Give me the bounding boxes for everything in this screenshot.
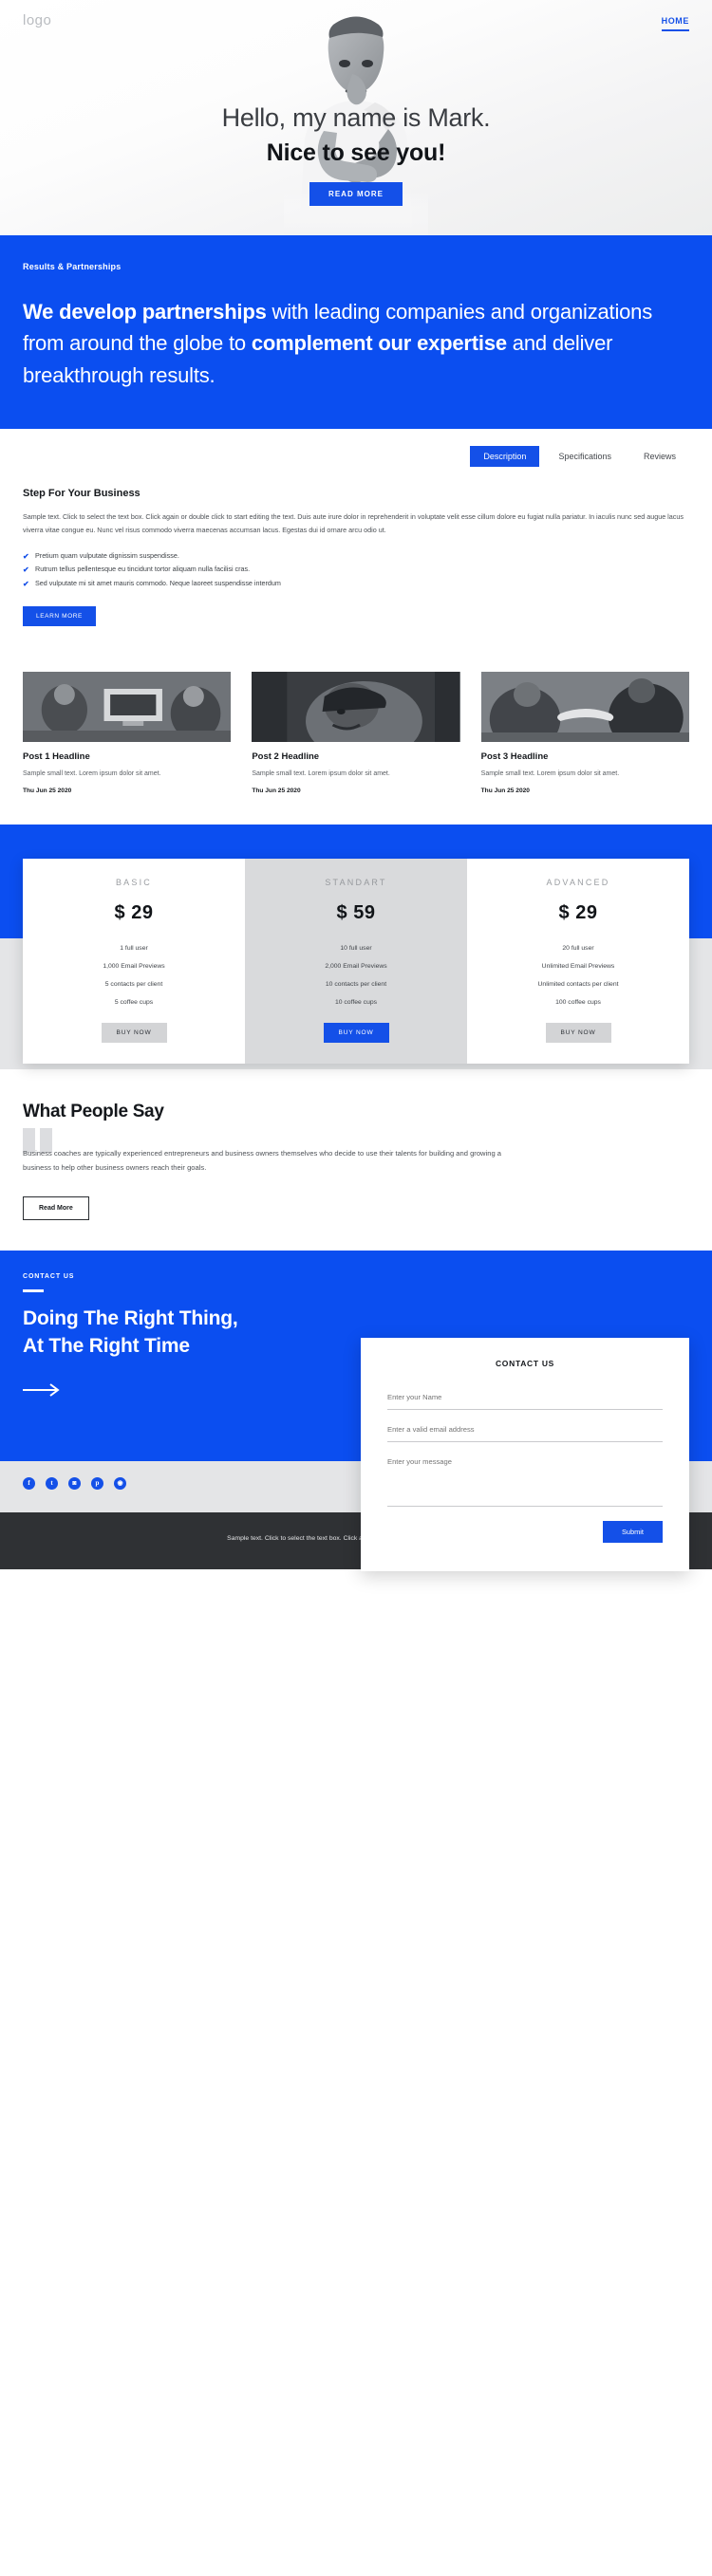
partnership-statement: We develop partnerships with leading com… [23,296,689,391]
submit-row: Submit [387,1521,663,1544]
plan-feature: 10 coffee cups [334,999,378,1007]
partnership-text-bold-2: complement our expertise [251,331,507,356]
hero-content: Hello, my name is Mark. Nice to see you!… [0,40,712,206]
plan-feature: 1,000 Email Previews [103,963,165,971]
message-field[interactable] [387,1452,663,1508]
pinterest-icon[interactable]: p [91,1476,103,1490]
feature-label: Pretium quam vulputate dignissim suspend… [35,550,179,560]
plan-feature: 100 coffee cups [555,999,601,1007]
plan-feature: 2,000 Email Previews [325,963,387,971]
testimonial-body: Business coaches are typically experienc… [23,1128,689,1176]
plan-price: $ 29 [558,902,598,924]
twitter-icon[interactable]: t [46,1476,58,1490]
email-field[interactable] [387,1419,663,1443]
contact-headline: Doing The Right Thing, At The Right Time [23,1307,238,1357]
post-thumbnail-image [252,672,460,743]
check-icon: ✔ [23,579,29,588]
hero-read-more-button[interactable]: READ MORE [309,181,403,206]
plan-name: STANDART [325,878,387,888]
tab-bar: Description Specifications Reviews [23,446,689,468]
tab-reviews[interactable]: Reviews [630,446,689,467]
post-title: Post 2 Headline [252,751,320,763]
description-title: Step For Your Business [23,488,141,500]
posts-section: Post 1 Headline Sample small text. Lorem… [0,651,712,825]
post-date: Thu Jun 25 2020 [23,788,72,795]
post-card[interactable]: Post 3 Headline Sample small text. Lorem… [480,672,689,795]
plan-feature: 20 full user [562,945,594,953]
contact-section: CONTACT US Doing The Right Thing, At The… [0,1251,712,1572]
post-thumbnail-image [480,672,689,743]
post-excerpt: Sample small text. Lorem ipsum dolor sit… [480,770,620,778]
post-date: Thu Jun 25 2020 [480,788,530,795]
partnership-text-bold-1: We develop partnerships [23,300,267,324]
testimonial-read-more-button[interactable]: Read More [23,1196,89,1221]
post-date: Thu Jun 25 2020 [252,788,301,795]
feature-label: Rutrum tellus pellentesque eu tincidunt … [35,565,251,574]
logo[interactable]: logo [23,12,51,28]
hero-heading-line1: Hello, my name is Mark. [221,103,491,132]
feature-list: ✔ Pretium quam vulputate dignissim suspen… [23,549,689,590]
plan-feature: 10 full user [340,945,372,953]
plan-name: ADVANCED [546,878,610,888]
plan-feature: 10 contacts per client [325,981,387,989]
nav-item-home[interactable]: HOME [661,16,689,31]
contact-eyebrow: CONTACT US [23,1273,75,1281]
contact-divider [23,1289,44,1293]
post-card[interactable]: Post 1 Headline Sample small text. Lorem… [23,672,232,795]
testimonial-section: What People Say Business coaches are typ… [0,1069,712,1251]
plan-feature: 5 contacts per client [104,981,163,989]
contact-form-card: CONTACT US Submit [361,1338,689,1572]
tab-specifications[interactable]: Specifications [545,446,625,467]
partnership-section: Results & Partnerships We develop partne… [0,235,712,430]
contact-form-title: CONTACT US [495,1359,555,1369]
plan-feature: Unlimited Email Previews [541,963,615,971]
name-field[interactable] [387,1387,663,1411]
main-nav: HOME [661,11,689,31]
post-card[interactable]: Post 2 Headline Sample small text. Lorem… [252,672,460,795]
site-header: logo HOME [0,0,712,40]
learn-more-button[interactable]: LEARN MORE [23,606,96,627]
testimonial-text: Business coaches are typically experienc… [23,1149,502,1173]
buy-now-button-basic[interactable]: BUY NOW [101,1023,167,1044]
list-item: ✔ Sed vulputate mi sit amet mauris commod… [23,577,689,590]
pricing-card-group: BASIC $ 29 1 full user 1,000 Email Previ… [23,859,689,1065]
instagram-icon[interactable]: ◙ [68,1476,81,1490]
post-excerpt: Sample small text. Lorem ipsum dolor sit… [252,770,390,778]
tab-description[interactable]: Description [470,446,540,468]
submit-button[interactable]: Submit [602,1521,663,1544]
plan-feature: 1 full user [120,945,148,953]
description-paragraph: Sample text. Click to select the text bo… [23,512,684,534]
hero-heading-line2: Nice to see you! [266,139,446,166]
dribbble-icon[interactable]: ◉ [114,1476,126,1490]
plan-feature: 5 coffee cups [114,999,154,1007]
description-section: Description Specifications Reviews Step … [0,429,712,652]
plan-name: BASIC [115,878,152,888]
pricing-card-basic: BASIC $ 29 1 full user 1,000 Email Previ… [23,859,245,1065]
post-thumbnail-image [23,672,232,743]
check-icon: ✔ [23,565,29,575]
post-title: Post 3 Headline [480,751,549,763]
pricing-card-standart: STANDART $ 59 10 full user 2,000 Email P… [245,859,467,1065]
facebook-icon[interactable]: f [23,1476,35,1490]
partnership-eyebrow: Results & Partnerships [23,262,122,271]
post-title: Post 1 Headline [23,751,90,763]
check-icon: ✔ [23,551,29,561]
post-excerpt: Sample small text. Lorem ipsum dolor sit… [23,770,161,778]
pricing-section: BASIC $ 29 1 full user 1,000 Email Previ… [0,825,712,1070]
feature-label: Sed vulputate mi sit amet mauris commodo… [35,578,281,587]
buy-now-button-standart[interactable]: BUY NOW [323,1023,389,1044]
buy-now-button-advanced[interactable]: BUY NOW [545,1023,611,1044]
list-item: ✔ Pretium quam vulputate dignissim suspen… [23,549,689,563]
arrow-right-icon[interactable] [23,1381,63,1399]
testimonial-title: What People Say [23,1102,164,1122]
plan-price: $ 29 [114,902,154,924]
plan-feature: Unlimited contacts per client [537,981,619,989]
pricing-card-advanced: ADVANCED $ 29 20 full user Unlimited Ema… [467,859,689,1065]
list-item: ✔ Rutrum tellus pellentesque eu tincidunt… [23,563,689,576]
plan-price: $ 59 [336,902,376,924]
